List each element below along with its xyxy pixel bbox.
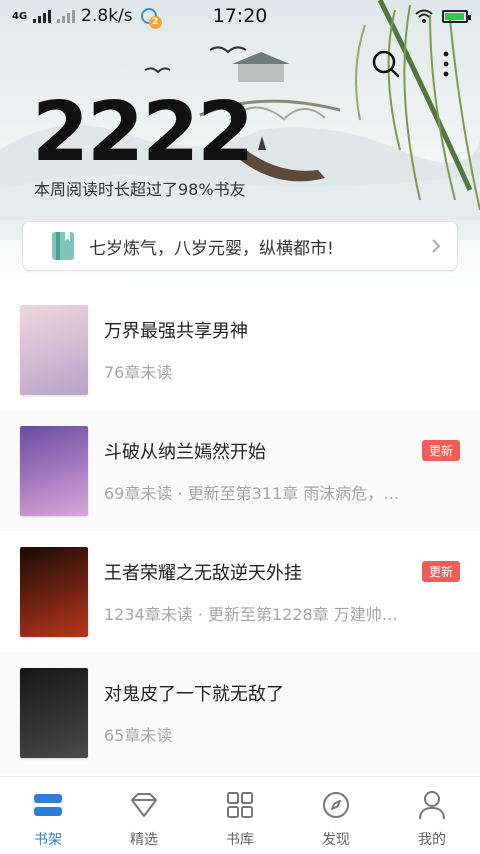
book-item[interactable]: 对鬼皮了一下就无敌了 65章未读 <box>0 652 480 773</box>
network-type: 4G <box>12 10 28 22</box>
network-speed: 2.8k/s <box>81 6 133 26</box>
battery-icon <box>442 9 471 23</box>
book-cover <box>20 546 88 637</box>
notification-icon: 2 <box>140 8 162 29</box>
tab-label: 书库 <box>226 832 254 848</box>
tab-library[interactable]: 书库 <box>192 777 288 854</box>
more-vertical-icon <box>443 51 449 77</box>
tab-profile[interactable]: 我的 <box>384 777 480 854</box>
tab-featured[interactable]: 精选 <box>96 777 192 854</box>
wifi-icon <box>415 9 433 23</box>
notification-count: 2 <box>148 16 162 29</box>
tab-bookshelf[interactable]: 书架 <box>0 777 96 854</box>
search-button[interactable] <box>370 48 402 80</box>
reading-rank-text: 本周阅读时长超过了98%书友 <box>34 180 246 199</box>
book-item[interactable]: 万界最强共享男神 76章未读 <box>0 289 480 410</box>
book-progress: 69章未读 · 更新至第311章 雨沫病危，… <box>104 483 400 503</box>
update-badge: 更新 <box>421 440 460 461</box>
tab-label: 我的 <box>418 832 446 848</box>
book-item[interactable]: 斗破从纳兰嫣然开始 更新 69章未读 · 更新至第311章 雨沫病危，… <box>0 410 480 531</box>
book-title: 对鬼皮了一下就无敌了 <box>104 683 284 705</box>
signal-secondary-icon <box>57 9 76 23</box>
signal-icon <box>33 9 52 23</box>
grid-icon <box>227 792 253 818</box>
chevron-right-icon <box>432 239 441 253</box>
tab-label: 书架 <box>34 832 62 848</box>
bookshelf-icon <box>34 794 62 816</box>
book-title: 王者荣耀之无敌逆天外挂 <box>104 562 302 584</box>
book-progress: 1234章未读 · 更新至第1228章 万建帅… <box>104 604 398 624</box>
tab-label: 发现 <box>322 832 350 848</box>
tab-label: 精选 <box>130 832 158 848</box>
update-badge: 更新 <box>421 561 460 582</box>
user-icon <box>419 791 445 820</box>
bookshelf-list: 万界最强共享男神 76章未读 斗破从纳兰嫣然开始 更新 69章未读 · 更新至第… <box>0 289 480 773</box>
book-cover <box>20 667 88 758</box>
book-progress: 76章未读 <box>104 362 173 382</box>
tab-discover[interactable]: 发现 <box>288 777 384 854</box>
book-title: 万界最强共享男神 <box>104 320 248 342</box>
compass-icon <box>323 792 349 818</box>
status-bar: 4G 2.8k/s 2 17:20 <box>0 0 480 32</box>
bottom-navigation: 书架 精选 书库 发现 我的 <box>0 776 480 854</box>
book-cover <box>20 304 88 395</box>
book-item[interactable]: 王者荣耀之无敌逆天外挂 更新 1234章未读 · 更新至第1228章 万建帅… <box>0 531 480 652</box>
promo-text: 七岁炼气，八岁元婴，纵横都市! <box>89 238 334 259</box>
recommendation-banner[interactable]: 七岁炼气，八岁元婴，纵横都市! <box>22 221 458 271</box>
weekly-reading-count: 2222 <box>32 85 254 180</box>
diamond-icon <box>131 793 157 817</box>
search-icon <box>372 50 400 78</box>
book-progress: 65章未读 <box>104 725 173 745</box>
book-icon <box>52 232 74 260</box>
book-cover <box>20 425 88 516</box>
book-title: 斗破从纳兰嫣然开始 <box>104 441 266 463</box>
more-button[interactable] <box>430 48 462 80</box>
